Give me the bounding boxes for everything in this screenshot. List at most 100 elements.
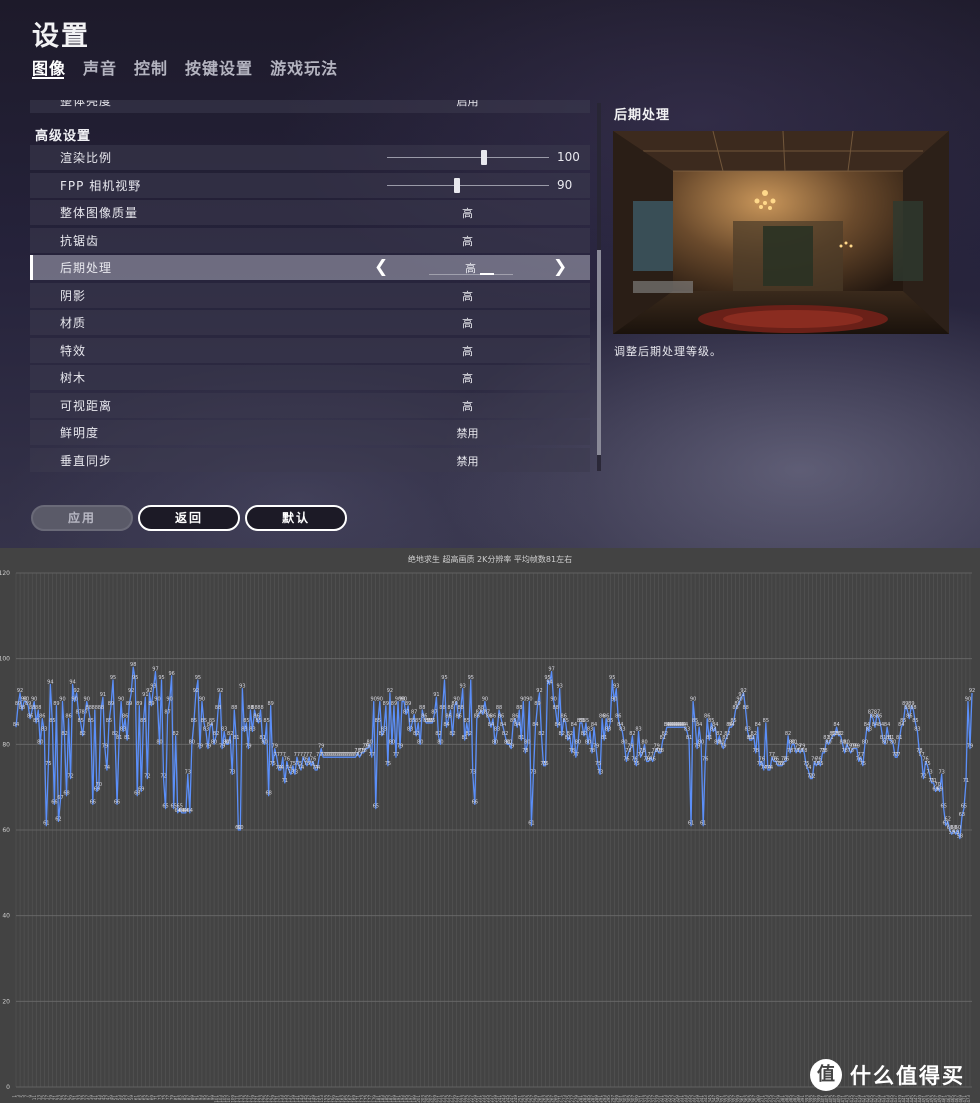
data-label: 81 [601, 735, 607, 741]
setting-label: 抗锯齿 [60, 234, 100, 248]
data-label: 75 [542, 761, 548, 767]
setting-row-foliage[interactable]: 树木 高 [30, 365, 590, 390]
setting-row-anti-aliasing[interactable]: 抗锯齿 高 [30, 228, 590, 253]
setting-row-view-distance[interactable]: 可视距离 高 [30, 393, 590, 418]
data-label: 84 [13, 722, 19, 728]
data-label: 85 [106, 718, 112, 724]
data-label: 83 [41, 726, 47, 732]
data-label: 90 [154, 697, 160, 703]
data-label: 80 [641, 739, 647, 745]
setting-row-vsync[interactable]: 垂直同步 禁用 [30, 448, 590, 472]
data-label: 88 [516, 705, 522, 711]
render-scale-slider-track[interactable] [387, 157, 549, 158]
data-label: 70 [96, 782, 102, 788]
chevron-right-icon[interactable]: ❯ [553, 257, 567, 277]
data-label: 93 [150, 684, 156, 690]
data-label: 85 [563, 718, 569, 724]
data-label: 89 [405, 701, 411, 707]
setting-row-brightness[interactable]: 整体亮度 启用 [30, 100, 590, 113]
data-label: 85 [209, 718, 215, 724]
data-label: 82 [751, 731, 757, 737]
data-label: 90 [71, 697, 77, 703]
tab-keybindings[interactable]: 按键设置 [185, 55, 253, 79]
section-title-advanced: 高级设置 [35, 129, 92, 144]
data-label: 89 [383, 701, 389, 707]
apply-button[interactable]: 应用 [31, 505, 133, 531]
data-label: 86 [490, 714, 496, 720]
back-button[interactable]: 返回 [138, 505, 240, 531]
data-label: 60 [237, 825, 243, 831]
game-settings-screen: 设置 图像 声音 控制 按键设置 游戏玩法 整体亮度 启用 高级设置 渲染比例 … [0, 0, 980, 548]
data-label: 95 [468, 675, 474, 681]
setting-row-post-processing[interactable]: 后期处理 ❮ 高 ❯ [30, 255, 590, 280]
data-label: 83 [684, 726, 690, 732]
data-label: 90 [118, 697, 124, 703]
data-label: 92 [17, 688, 23, 694]
data-label: 86 [445, 714, 451, 720]
data-label: 73 [926, 769, 932, 775]
tab-graphics[interactable]: 图像 [32, 55, 66, 79]
data-label: 88 [552, 705, 558, 711]
data-label: 74 [805, 765, 811, 771]
setting-row-fpp-fov[interactable]: FPP 相机视野 90 [30, 173, 590, 198]
setting-row-textures[interactable]: 材质 高 [30, 310, 590, 335]
data-label: 78 [753, 748, 759, 754]
data-label: 82 [213, 731, 219, 737]
chart-title: 绝地求生 超高画质 2K分辨率 平均帧数81左右 [408, 554, 572, 564]
setting-value: 禁用 [456, 455, 479, 468]
data-label: 92 [217, 688, 223, 694]
data-label: 85 [243, 718, 249, 724]
data-label: 80 [367, 739, 373, 745]
data-label: 88 [910, 705, 916, 711]
data-label: 58 [957, 834, 963, 840]
setting-value: 启用 [456, 100, 479, 108]
data-label: 72 [809, 774, 815, 780]
data-label: 76 [783, 756, 789, 762]
tab-controls[interactable]: 控制 [134, 55, 168, 79]
preview-description: 调整后期处理等级。 [614, 345, 722, 358]
default-button[interactable]: 默认 [245, 505, 347, 531]
render-scale-slider-handle[interactable] [481, 150, 488, 165]
data-label: 85 [464, 718, 470, 724]
data-label: 76 [759, 756, 765, 762]
setting-label: 渲染比例 [60, 151, 113, 165]
setting-row-effects[interactable]: 特效 高 [30, 338, 590, 363]
data-label: 77 [573, 752, 579, 758]
data-label: 81 [233, 735, 239, 741]
tab-gameplay[interactable]: 游戏玩法 [270, 55, 338, 79]
data-label: 80 [389, 739, 395, 745]
fpp-fov-value: 90 [557, 178, 573, 192]
setting-row-sharpen[interactable]: 鲜明度 禁用 [30, 420, 590, 445]
fpp-fov-slider-handle[interactable] [453, 178, 460, 193]
data-label: 88 [257, 705, 263, 711]
data-label: 75 [45, 761, 51, 767]
settings-scrollbar-thumb[interactable] [597, 250, 601, 455]
setting-value: 高 [462, 400, 473, 413]
chevron-left-icon[interactable]: ❮ [374, 257, 388, 277]
data-label: 80 [189, 739, 195, 745]
data-label: 95 [195, 675, 201, 681]
data-label: 68 [63, 791, 69, 797]
setting-label: 材质 [60, 316, 87, 330]
setting-row-render-scale[interactable]: 渲染比例 100 [30, 145, 590, 170]
x-tick-label: 473 [966, 1095, 971, 1103]
fpp-fov-slider-track[interactable] [387, 185, 549, 186]
data-label: 79 [245, 744, 251, 750]
data-label: 86 [455, 714, 461, 720]
setting-row-shadows[interactable]: 阴影 高 [30, 283, 590, 308]
data-label: 82 [449, 731, 455, 737]
data-label: 73 [470, 769, 476, 775]
data-label: 60 [955, 825, 961, 831]
data-label: 86 [122, 714, 128, 720]
data-label: 82 [80, 731, 86, 737]
data-label: 75 [924, 761, 930, 767]
data-label: 73 [597, 769, 603, 775]
data-label: 90 [31, 697, 37, 703]
setting-label: 垂直同步 [60, 454, 113, 468]
data-label: 87 [431, 709, 437, 715]
settings-tabs: 图像 声音 控制 按键设置 游戏玩法 [32, 55, 338, 79]
setting-row-overall-quality[interactable]: 整体图像质量 高 [30, 200, 590, 225]
data-label: 65 [162, 804, 168, 810]
tab-sound[interactable]: 声音 [83, 55, 117, 79]
data-label: 85 [191, 718, 197, 724]
